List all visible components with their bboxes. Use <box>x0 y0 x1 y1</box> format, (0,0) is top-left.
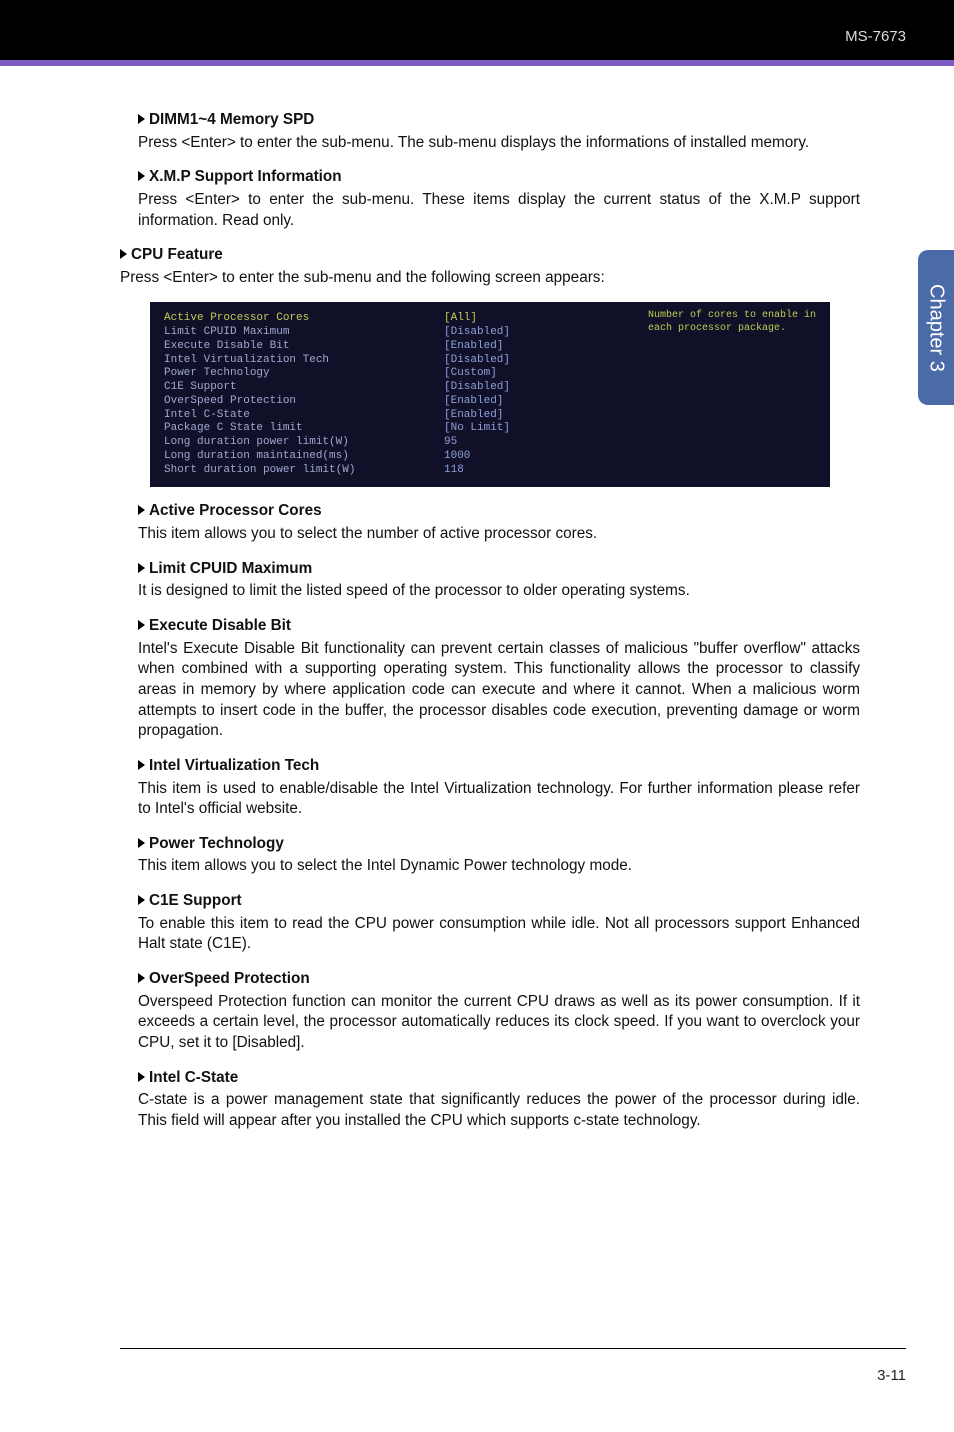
triangle-icon <box>120 249 127 259</box>
bios-value: 118 <box>444 464 584 478</box>
bios-key: OverSpeed Protection <box>164 395 444 409</box>
bios-value: [Custom] <box>444 367 584 381</box>
bios-row: Intel Virtualization Tech[Disabled] <box>150 354 830 368</box>
bios-key: Intel Virtualization Tech <box>164 354 444 368</box>
bios-screenshot: Active Processor Cores[All]Limit CPUID M… <box>150 302 830 487</box>
bios-value: 1000 <box>444 450 584 464</box>
footer: 3-11 <box>120 1348 906 1384</box>
bios-key: Active Processor Cores <box>164 312 444 326</box>
bios-row: Package C State limit[No Limit] <box>150 422 830 436</box>
heading-overspeed: OverSpeed Protection <box>138 969 860 990</box>
page: MS-7673 Chapter 3 DIMM1~4 Memory SPD Pre… <box>0 0 954 1432</box>
chapter-label: Chapter 3 <box>925 284 948 372</box>
bios-row: Short duration power limit(W)118 <box>150 464 830 478</box>
content: DIMM1~4 Memory SPD Press <Enter> to ente… <box>120 96 860 1138</box>
triangle-icon <box>138 620 145 630</box>
bios-row: Power Technology[Custom] <box>150 367 830 381</box>
heading-intel-virt: Intel Virtualization Tech <box>138 756 860 777</box>
bios-key: Power Technology <box>164 367 444 381</box>
bios-value: [Disabled] <box>444 326 584 340</box>
heading-xmp: X.M.P Support Information <box>138 167 860 188</box>
bios-help-text: Number of cores to enable in each proces… <box>648 310 818 335</box>
heading-limit-cpuid: Limit CPUID Maximum <box>138 559 860 580</box>
header-bar: MS-7673 <box>0 0 954 60</box>
triangle-icon <box>138 1072 145 1082</box>
heading-c1e: C1E Support <box>138 891 860 912</box>
body-xmp: Press <Enter> to enter the sub-menu. The… <box>138 190 860 231</box>
heading-dimm: DIMM1~4 Memory SPD <box>138 110 860 131</box>
footer-rule <box>120 1348 906 1349</box>
triangle-icon <box>138 973 145 983</box>
bios-row: Long duration maintained(ms)1000 <box>150 450 830 464</box>
body-cpu-feature: Press <Enter> to enter the sub-menu and … <box>120 268 860 289</box>
body-power-tech: This item allows you to select the Intel… <box>138 856 860 877</box>
bios-value: [Enabled] <box>444 395 584 409</box>
bios-value: [Enabled] <box>444 340 584 354</box>
bios-row: Intel C-State[Enabled] <box>150 409 830 423</box>
heading-intel-cstate: Intel C-State <box>138 1068 860 1089</box>
body-intel-virt: This item is used to enable/disable the … <box>138 779 860 820</box>
body-dimm: Press <Enter> to enter the sub-menu. The… <box>138 133 860 154</box>
bios-row: Execute Disable Bit[Enabled] <box>150 340 830 354</box>
body-c1e: To enable this item to read the CPU powe… <box>138 914 860 955</box>
bios-key: Execute Disable Bit <box>164 340 444 354</box>
bios-row: OverSpeed Protection[Enabled] <box>150 395 830 409</box>
bios-key: Limit CPUID Maximum <box>164 326 444 340</box>
bios-row: Long duration power limit(W)95 <box>150 436 830 450</box>
bios-row: C1E Support[Disabled] <box>150 381 830 395</box>
bios-key: Short duration power limit(W) <box>164 464 444 478</box>
triangle-icon <box>138 563 145 573</box>
accent-strip <box>0 60 954 66</box>
chapter-tab: Chapter 3 <box>918 250 954 405</box>
bios-key: Package C State limit <box>164 422 444 436</box>
bios-key: Long duration power limit(W) <box>164 436 444 450</box>
bios-key: C1E Support <box>164 381 444 395</box>
triangle-icon <box>138 760 145 770</box>
bios-key: Long duration maintained(ms) <box>164 450 444 464</box>
triangle-icon <box>138 505 145 515</box>
model-label: MS-7673 <box>845 28 906 45</box>
bios-value: [Enabled] <box>444 409 584 423</box>
triangle-icon <box>138 114 145 124</box>
heading-active-cores: Active Processor Cores <box>138 501 860 522</box>
triangle-icon <box>138 838 145 848</box>
body-exec-disable: Intel's Execute Disable Bit functionalit… <box>138 639 860 742</box>
bios-key: Intel C-State <box>164 409 444 423</box>
bios-value: [No Limit] <box>444 422 584 436</box>
body-overspeed: Overspeed Protection function can monito… <box>138 992 860 1054</box>
bios-value: 95 <box>444 436 584 450</box>
bios-value: [Disabled] <box>444 381 584 395</box>
heading-cpu-feature: CPU Feature <box>120 245 860 266</box>
heading-exec-disable: Execute Disable Bit <box>138 616 860 637</box>
triangle-icon <box>138 171 145 181</box>
body-limit-cpuid: It is designed to limit the listed speed… <box>138 581 860 602</box>
bios-value: [Disabled] <box>444 354 584 368</box>
page-number: 3-11 <box>120 1367 906 1384</box>
triangle-icon <box>138 895 145 905</box>
body-active-cores: This item allows you to select the numbe… <box>138 524 860 545</box>
bios-value: [All] <box>444 312 584 326</box>
heading-power-tech: Power Technology <box>138 834 860 855</box>
body-intel-cstate: C-state is a power management state that… <box>138 1090 860 1131</box>
